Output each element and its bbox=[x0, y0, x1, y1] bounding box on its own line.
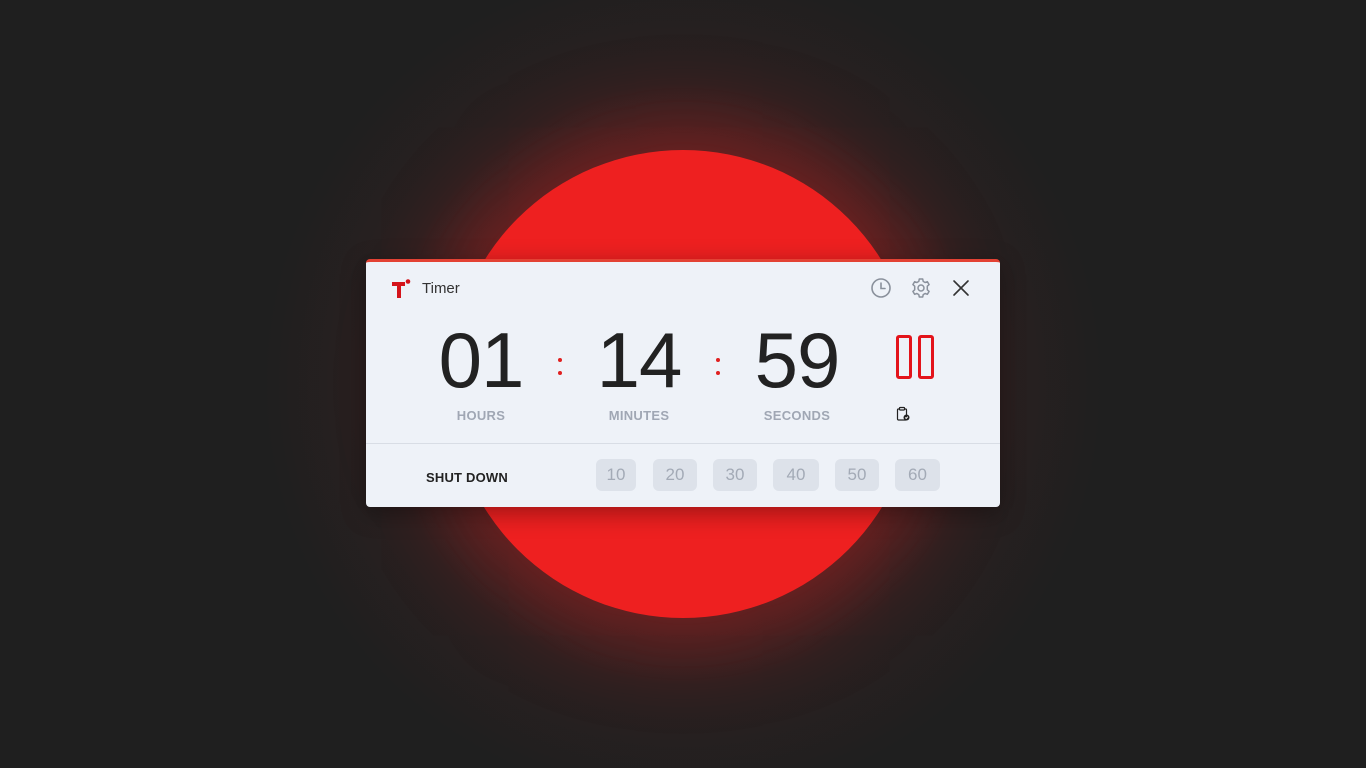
close-icon bbox=[953, 280, 969, 296]
preset-30-button[interactable]: 30 bbox=[713, 459, 757, 491]
pause-bar-left bbox=[896, 335, 912, 379]
titlebar: Timer bbox=[366, 262, 1000, 318]
seconds-label: SECONDS bbox=[763, 408, 831, 423]
minutes-label: MINUTES bbox=[608, 408, 670, 423]
app-title: Timer bbox=[422, 280, 460, 297]
preset-20-button[interactable]: 20 bbox=[653, 459, 697, 491]
preset-40-button[interactable]: 40 bbox=[773, 459, 819, 491]
clipboard-button[interactable] bbox=[895, 406, 913, 424]
seconds-display[interactable]: 59 SECONDS bbox=[722, 318, 872, 423]
clipboard-icon bbox=[896, 406, 910, 421]
preset-10-button[interactable]: 10 bbox=[596, 459, 636, 491]
preset-50-button[interactable]: 50 bbox=[835, 459, 879, 491]
seconds-value: 59 bbox=[754, 316, 841, 404]
shutdown-label: SHUT DOWN bbox=[426, 470, 508, 485]
hours-value: 01 bbox=[438, 316, 525, 404]
minutes-display[interactable]: 14 MINUTES bbox=[564, 318, 714, 423]
timer-window: Timer 01 HOURS 14 MINUTES 59 SECONDS SHU… bbox=[366, 259, 1000, 507]
desktop-background: Timer 01 HOURS 14 MINUTES 59 SECONDS SHU… bbox=[0, 0, 1366, 768]
divider bbox=[366, 443, 1000, 444]
hours-label: HOURS bbox=[456, 408, 506, 423]
history-button[interactable] bbox=[867, 274, 895, 302]
time-separator bbox=[715, 358, 721, 378]
clock-icon bbox=[871, 278, 891, 298]
pause-button[interactable] bbox=[894, 335, 938, 381]
minutes-value: 14 bbox=[596, 316, 683, 404]
time-separator bbox=[557, 358, 563, 378]
close-button[interactable] bbox=[947, 274, 975, 302]
settings-button[interactable] bbox=[907, 274, 935, 302]
app-logo-icon bbox=[392, 279, 411, 298]
preset-60-button[interactable]: 60 bbox=[895, 459, 940, 491]
gear-icon bbox=[912, 278, 930, 298]
hours-display[interactable]: 01 HOURS bbox=[406, 318, 556, 423]
pause-bar-right bbox=[918, 335, 934, 379]
